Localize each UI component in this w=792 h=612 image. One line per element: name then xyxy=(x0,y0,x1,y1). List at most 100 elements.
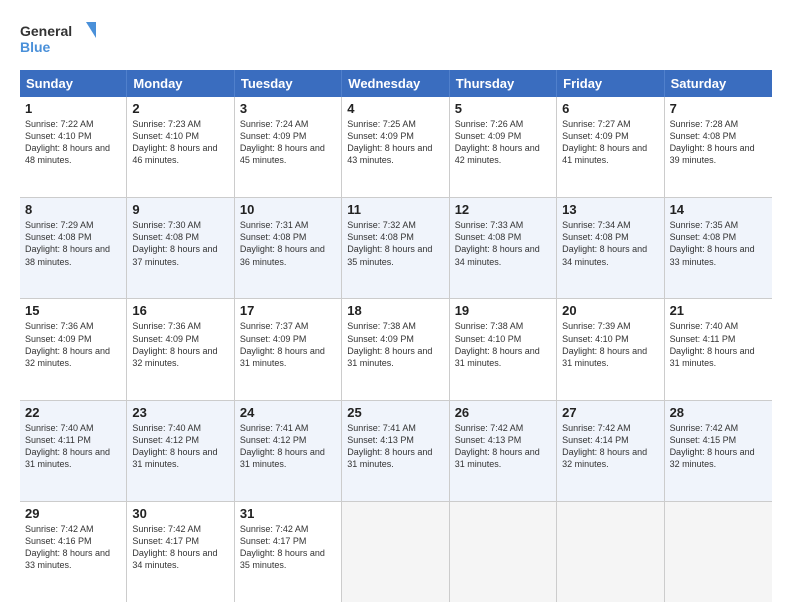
day-number: 4 xyxy=(347,101,443,116)
calendar-cell: 29 Sunrise: 7:42 AMSunset: 4:16 PMDayligh… xyxy=(20,502,127,602)
calendar-cell: 1Sunrise: 7:22 AMSunset: 4:10 PMDaylight… xyxy=(20,97,127,197)
day-header-tuesday: Tuesday xyxy=(235,70,342,97)
cell-info: Sunrise: 7:29 AMSunset: 4:08 PMDaylight:… xyxy=(25,219,121,268)
day-number: 17 xyxy=(240,303,336,318)
day-number: 6 xyxy=(562,101,658,116)
calendar-cell: 3 Sunrise: 7:24 AMSunset: 4:09 PMDaylight… xyxy=(235,97,342,197)
calendar-cell: 2 Sunrise: 7:23 AMSunset: 4:10 PMDaylight… xyxy=(127,97,234,197)
cell-info: Sunrise: 7:38 AMSunset: 4:10 PMDaylight:… xyxy=(455,320,551,369)
header: General Blue xyxy=(20,18,772,60)
cell-info: Sunrise: 7:42 AMSunset: 4:17 PMDaylight:… xyxy=(240,523,336,572)
cell-info: Sunrise: 7:23 AMSunset: 4:10 PMDaylight:… xyxy=(132,118,228,167)
calendar-cell: 4 Sunrise: 7:25 AMSunset: 4:09 PMDaylight… xyxy=(342,97,449,197)
day-number: 7 xyxy=(670,101,767,116)
day-number: 29 xyxy=(25,506,121,521)
svg-text:Blue: Blue xyxy=(20,39,51,55)
day-number: 1 xyxy=(25,101,121,116)
day-number: 30 xyxy=(132,506,228,521)
calendar-cell: 16 Sunrise: 7:36 AMSunset: 4:09 PMDayligh… xyxy=(127,299,234,399)
calendar: SundayMondayTuesdayWednesdayThursdayFrid… xyxy=(20,70,772,602)
cell-info: Sunrise: 7:42 AMSunset: 4:15 PMDaylight:… xyxy=(670,422,767,471)
day-number: 25 xyxy=(347,405,443,420)
cell-info: Sunrise: 7:28 AMSunset: 4:08 PMDaylight:… xyxy=(670,118,767,167)
calendar-cell: 31 Sunrise: 7:42 AMSunset: 4:17 PMDayligh… xyxy=(235,502,342,602)
day-number: 26 xyxy=(455,405,551,420)
day-number: 28 xyxy=(670,405,767,420)
cell-info: Sunrise: 7:40 AMSunset: 4:11 PMDaylight:… xyxy=(25,422,121,471)
calendar-cell xyxy=(665,502,772,602)
day-header-sunday: Sunday xyxy=(20,70,127,97)
day-header-thursday: Thursday xyxy=(450,70,557,97)
calendar-cell: 9Sunrise: 7:30 AMSunset: 4:08 PMDaylight… xyxy=(127,198,234,298)
calendar-cell: 22 Sunrise: 7:40 AMSunset: 4:11 PMDayligh… xyxy=(20,401,127,501)
cell-info: Sunrise: 7:30 AMSunset: 4:08 PMDaylight:… xyxy=(132,219,228,268)
logo: General Blue xyxy=(20,18,100,60)
day-number: 3 xyxy=(240,101,336,116)
calendar-header: SundayMondayTuesdayWednesdayThursdayFrid… xyxy=(20,70,772,97)
page: General Blue SundayMondayTuesdayWednesda… xyxy=(0,0,792,612)
cell-info: Sunrise: 7:42 AMSunset: 4:17 PMDaylight:… xyxy=(132,523,228,572)
cell-info: Sunrise: 7:35 AMSunset: 4:08 PMDaylight:… xyxy=(670,219,767,268)
cell-info: Sunrise: 7:31 AMSunset: 4:08 PMDaylight:… xyxy=(240,219,336,268)
calendar-week-3: 15 Sunrise: 7:36 AMSunset: 4:09 PMDayligh… xyxy=(20,299,772,400)
cell-info: Sunrise: 7:41 AMSunset: 4:12 PMDaylight:… xyxy=(240,422,336,471)
calendar-cell: 10 Sunrise: 7:31 AMSunset: 4:08 PMDayligh… xyxy=(235,198,342,298)
day-number: 23 xyxy=(132,405,228,420)
day-number: 5 xyxy=(455,101,551,116)
cell-info: Sunrise: 7:40 AMSunset: 4:11 PMDaylight:… xyxy=(670,320,767,369)
calendar-week-2: 8Sunrise: 7:29 AMSunset: 4:08 PMDaylight… xyxy=(20,198,772,299)
day-header-monday: Monday xyxy=(127,70,234,97)
calendar-cell xyxy=(342,502,449,602)
day-number: 20 xyxy=(562,303,658,318)
calendar-cell: 11Sunrise: 7:32 AMSunset: 4:08 PMDayligh… xyxy=(342,198,449,298)
cell-info: Sunrise: 7:42 AMSunset: 4:16 PMDaylight:… xyxy=(25,523,121,572)
cell-info: Sunrise: 7:33 AMSunset: 4:08 PMDaylight:… xyxy=(455,219,551,268)
day-number: 12 xyxy=(455,202,551,217)
cell-info: Sunrise: 7:34 AMSunset: 4:08 PMDaylight:… xyxy=(562,219,658,268)
calendar-cell: 28 Sunrise: 7:42 AMSunset: 4:15 PMDayligh… xyxy=(665,401,772,501)
day-header-friday: Friday xyxy=(557,70,664,97)
cell-info: Sunrise: 7:42 AMSunset: 4:13 PMDaylight:… xyxy=(455,422,551,471)
calendar-cell: 19Sunrise: 7:38 AMSunset: 4:10 PMDayligh… xyxy=(450,299,557,399)
calendar-cell: 30 Sunrise: 7:42 AMSunset: 4:17 PMDayligh… xyxy=(127,502,234,602)
cell-info: Sunrise: 7:24 AMSunset: 4:09 PMDaylight:… xyxy=(240,118,336,167)
day-number: 10 xyxy=(240,202,336,217)
day-number: 15 xyxy=(25,303,121,318)
calendar-cell: 7 Sunrise: 7:28 AMSunset: 4:08 PMDaylight… xyxy=(665,97,772,197)
cell-info: Sunrise: 7:40 AMSunset: 4:12 PMDaylight:… xyxy=(132,422,228,471)
cell-info: Sunrise: 7:36 AMSunset: 4:09 PMDaylight:… xyxy=(132,320,228,369)
calendar-cell: 17 Sunrise: 7:37 AMSunset: 4:09 PMDayligh… xyxy=(235,299,342,399)
calendar-cell: 27Sunrise: 7:42 AMSunset: 4:14 PMDayligh… xyxy=(557,401,664,501)
calendar-week-5: 29 Sunrise: 7:42 AMSunset: 4:16 PMDayligh… xyxy=(20,502,772,602)
calendar-cell: 13 Sunrise: 7:34 AMSunset: 4:08 PMDayligh… xyxy=(557,198,664,298)
calendar-cell: 5Sunrise: 7:26 AMSunset: 4:09 PMDaylight… xyxy=(450,97,557,197)
calendar-cell: 12 Sunrise: 7:33 AMSunset: 4:08 PMDayligh… xyxy=(450,198,557,298)
day-number: 13 xyxy=(562,202,658,217)
calendar-week-1: 1Sunrise: 7:22 AMSunset: 4:10 PMDaylight… xyxy=(20,97,772,198)
day-number: 22 xyxy=(25,405,121,420)
svg-text:General: General xyxy=(20,23,72,39)
day-number: 18 xyxy=(347,303,443,318)
cell-info: Sunrise: 7:25 AMSunset: 4:09 PMDaylight:… xyxy=(347,118,443,167)
calendar-body: 1Sunrise: 7:22 AMSunset: 4:10 PMDaylight… xyxy=(20,97,772,602)
day-header-wednesday: Wednesday xyxy=(342,70,449,97)
cell-info: Sunrise: 7:42 AMSunset: 4:14 PMDaylight:… xyxy=(562,422,658,471)
logo-svg: General Blue xyxy=(20,18,100,60)
calendar-cell: 8Sunrise: 7:29 AMSunset: 4:08 PMDaylight… xyxy=(20,198,127,298)
calendar-cell xyxy=(450,502,557,602)
calendar-cell: 23 Sunrise: 7:40 AMSunset: 4:12 PMDayligh… xyxy=(127,401,234,501)
day-number: 11 xyxy=(347,202,443,217)
day-number: 24 xyxy=(240,405,336,420)
calendar-cell: 24 Sunrise: 7:41 AMSunset: 4:12 PMDayligh… xyxy=(235,401,342,501)
day-number: 2 xyxy=(132,101,228,116)
calendar-cell xyxy=(557,502,664,602)
cell-info: Sunrise: 7:37 AMSunset: 4:09 PMDaylight:… xyxy=(240,320,336,369)
day-header-saturday: Saturday xyxy=(665,70,772,97)
calendar-week-4: 22 Sunrise: 7:40 AMSunset: 4:11 PMDayligh… xyxy=(20,401,772,502)
calendar-cell: 18Sunrise: 7:38 AMSunset: 4:09 PMDayligh… xyxy=(342,299,449,399)
day-number: 31 xyxy=(240,506,336,521)
day-number: 21 xyxy=(670,303,767,318)
calendar-cell: 14Sunrise: 7:35 AMSunset: 4:08 PMDayligh… xyxy=(665,198,772,298)
day-number: 16 xyxy=(132,303,228,318)
cell-info: Sunrise: 7:39 AMSunset: 4:10 PMDaylight:… xyxy=(562,320,658,369)
